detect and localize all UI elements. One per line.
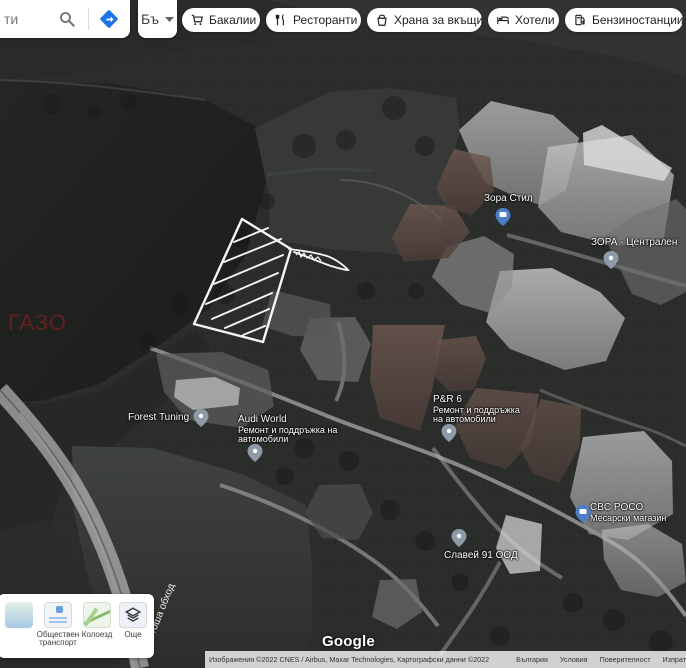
directions-icon[interactable] (99, 9, 119, 29)
place-title: Forest Tuning (128, 412, 190, 423)
place-title: ЗОРА - Централен (591, 237, 678, 248)
transit-layer-icon (44, 602, 72, 628)
footer-link-terms[interactable]: Условия (560, 655, 588, 664)
gas-station-icon (573, 13, 587, 27)
place-label-zora-steel[interactable]: Зора Стил (484, 193, 533, 205)
place-label-cbc-poco[interactable]: CBC POCO Месарски магазин (590, 502, 667, 523)
place-marker-zora-central[interactable] (603, 251, 619, 269)
layer-public-transport[interactable]: Обществен транспорт (36, 598, 80, 654)
layer-label: Колоезд (81, 630, 113, 639)
takeout-icon (375, 13, 389, 27)
chevron-down-icon (164, 16, 174, 22)
place-title: Audi World (238, 414, 287, 425)
layer-hidden[interactable] (2, 598, 36, 654)
layers-icon (119, 602, 147, 628)
place-label-slavei-91[interactable]: Славей 91 ООД (444, 550, 518, 562)
language-button[interactable]: Бъ (138, 0, 177, 38)
search-divider (88, 8, 89, 30)
place-label-pr-6[interactable]: P&R 6 Ремонт и поддръжка на автомобили (433, 394, 531, 424)
category-chips: Бакалии Ресторанти Храна за вкъщи Хотели… (182, 8, 684, 32)
place-title: CBC POCO (590, 502, 644, 513)
satellite-map[interactable]: ГАЗО Витоша обход (0, 0, 686, 668)
place-marker-pr-6[interactable] (441, 424, 457, 442)
layer-label: Още (124, 630, 142, 639)
language-label: Бъ (141, 11, 159, 27)
hidden-layer-icon (5, 602, 33, 628)
place-subtitle: Месарски магазин (590, 512, 667, 523)
place-subtitle: Ремонт и поддръжка на автомобили (433, 404, 520, 424)
footer-link-country[interactable]: България (516, 655, 548, 664)
layer-bike[interactable]: Колоезд (80, 598, 114, 654)
chip-label: Ресторанти (293, 13, 358, 27)
chip-restaurants[interactable]: Ресторанти (266, 8, 361, 32)
chip-takeout[interactable]: Храна за вкъщи (367, 8, 484, 32)
place-marker-slavei-91[interactable] (451, 529, 467, 547)
footer-link-privacy[interactable]: Поверителност (600, 655, 651, 664)
hotel-icon (496, 13, 510, 27)
chip-groceries[interactable]: Бакалии (182, 8, 260, 32)
layer-label: Обществен транспорт (36, 630, 80, 647)
place-marker-forest-tuning[interactable] (193, 409, 209, 427)
layer-more[interactable]: Още (116, 598, 150, 654)
place-title: P&R 6 (433, 394, 462, 405)
chip-label: Бензиностанции (592, 13, 684, 27)
search-box[interactable] (0, 0, 130, 38)
bike-layer-icon (83, 602, 111, 628)
place-label-zora-central[interactable]: ЗОРА - Централен (591, 237, 678, 249)
place-label-audi-world[interactable]: Audi World Ремонт и поддръжка на автомоб… (238, 414, 342, 444)
google-logo: Google (322, 633, 375, 650)
cart-icon (190, 13, 204, 27)
place-subtitle: Ремонт и поддръжка на автомобили (238, 424, 338, 444)
map-red-overlay-text: ГАЗО (8, 310, 67, 335)
restaurant-icon (274, 13, 288, 27)
chip-hotels[interactable]: Хотели (488, 8, 559, 32)
chip-label: Бакалии (209, 13, 257, 27)
search-icon[interactable] (58, 10, 76, 28)
map-layers-panel: Обществен транспорт Колоезд Още (0, 594, 154, 658)
chip-label: Хотели (515, 13, 555, 27)
place-label-forest-tuning[interactable]: Forest Tuning (128, 412, 190, 424)
place-title: Зора Стил (484, 193, 533, 204)
place-title: Славей 91 ООД (444, 550, 518, 561)
chip-gas-stations[interactable]: Бензиностанции (565, 8, 684, 32)
place-marker-cbc-poco[interactable] (575, 505, 591, 523)
imagery-credit: Изображения ©2022 CNES / Airbus, Maxar T… (209, 655, 490, 664)
footer-link-send[interactable]: Изпрат (663, 655, 686, 664)
place-marker-audi-world[interactable] (247, 444, 263, 462)
chip-label: Храна за вкъщи (394, 13, 484, 27)
place-marker-zora-steel[interactable] (495, 208, 511, 226)
map-footer: Изображения ©2022 CNES / Airbus, Maxar T… (205, 651, 686, 668)
map-app: ГАЗО Витоша обход Бъ (0, 0, 686, 668)
